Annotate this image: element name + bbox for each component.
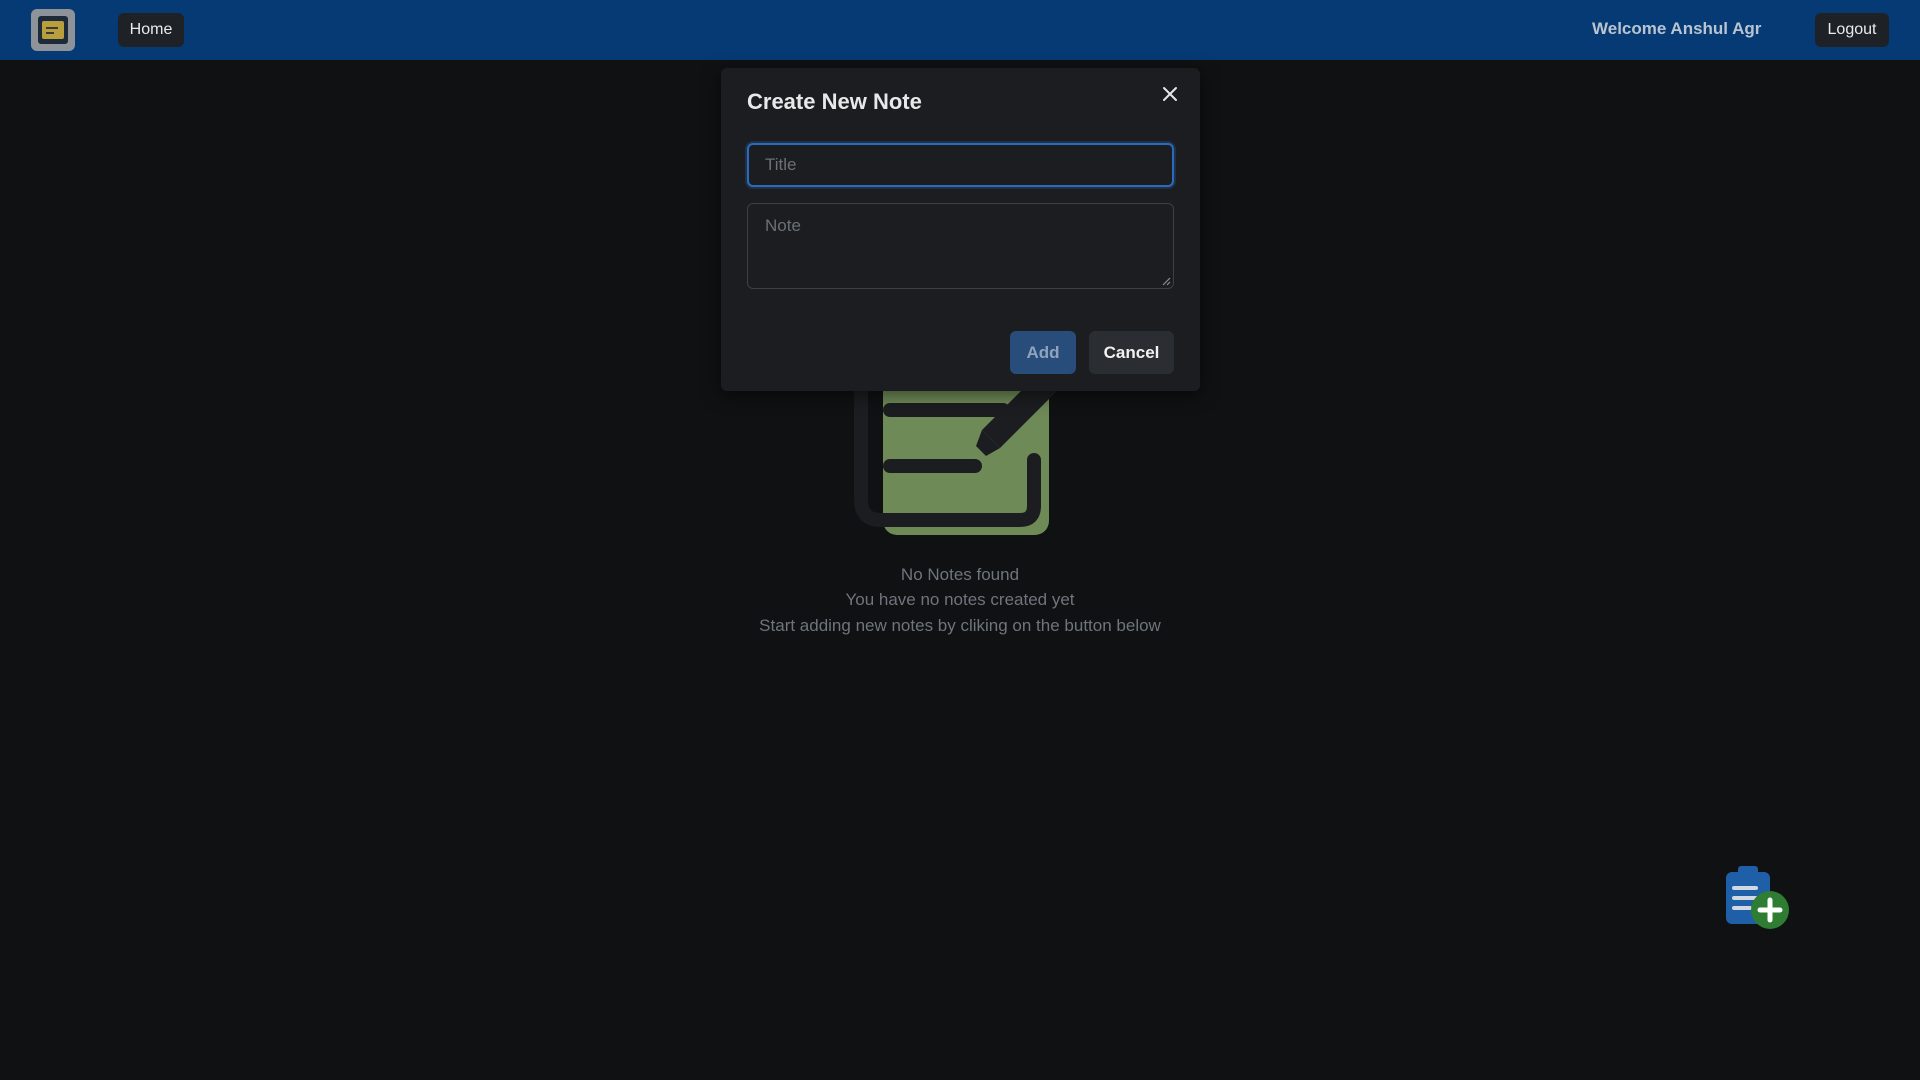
close-icon bbox=[1163, 87, 1177, 101]
app-logo-icon[interactable] bbox=[31, 9, 75, 51]
resize-grip-icon[interactable] bbox=[1161, 276, 1171, 286]
top-navbar: Home Welcome Anshul Agr Logout bbox=[0, 0, 1920, 60]
add-note-icon bbox=[1726, 866, 1789, 929]
create-note-modal: Create New Note Add Cancel bbox=[721, 68, 1200, 391]
logo-inner bbox=[38, 16, 68, 44]
empty-subtitle: You have no notes created yet bbox=[845, 590, 1075, 609]
welcome-text: Welcome Anshul Agr bbox=[1592, 19, 1762, 38]
modal-title: Create New Note bbox=[747, 89, 922, 114]
home-button[interactable]: Home bbox=[118, 13, 184, 47]
add-note-fab[interactable] bbox=[1722, 862, 1794, 934]
logo-note-shape bbox=[42, 21, 64, 39]
title-input[interactable] bbox=[747, 143, 1174, 187]
cancel-button[interactable]: Cancel bbox=[1089, 331, 1174, 374]
empty-hint: Start adding new notes by cliking on the… bbox=[759, 616, 1161, 635]
note-input[interactable] bbox=[747, 203, 1174, 289]
add-button[interactable]: Add bbox=[1010, 331, 1076, 374]
empty-title: No Notes found bbox=[900, 565, 1020, 584]
logout-button[interactable]: Logout bbox=[1815, 13, 1889, 47]
close-button[interactable] bbox=[1158, 82, 1182, 106]
